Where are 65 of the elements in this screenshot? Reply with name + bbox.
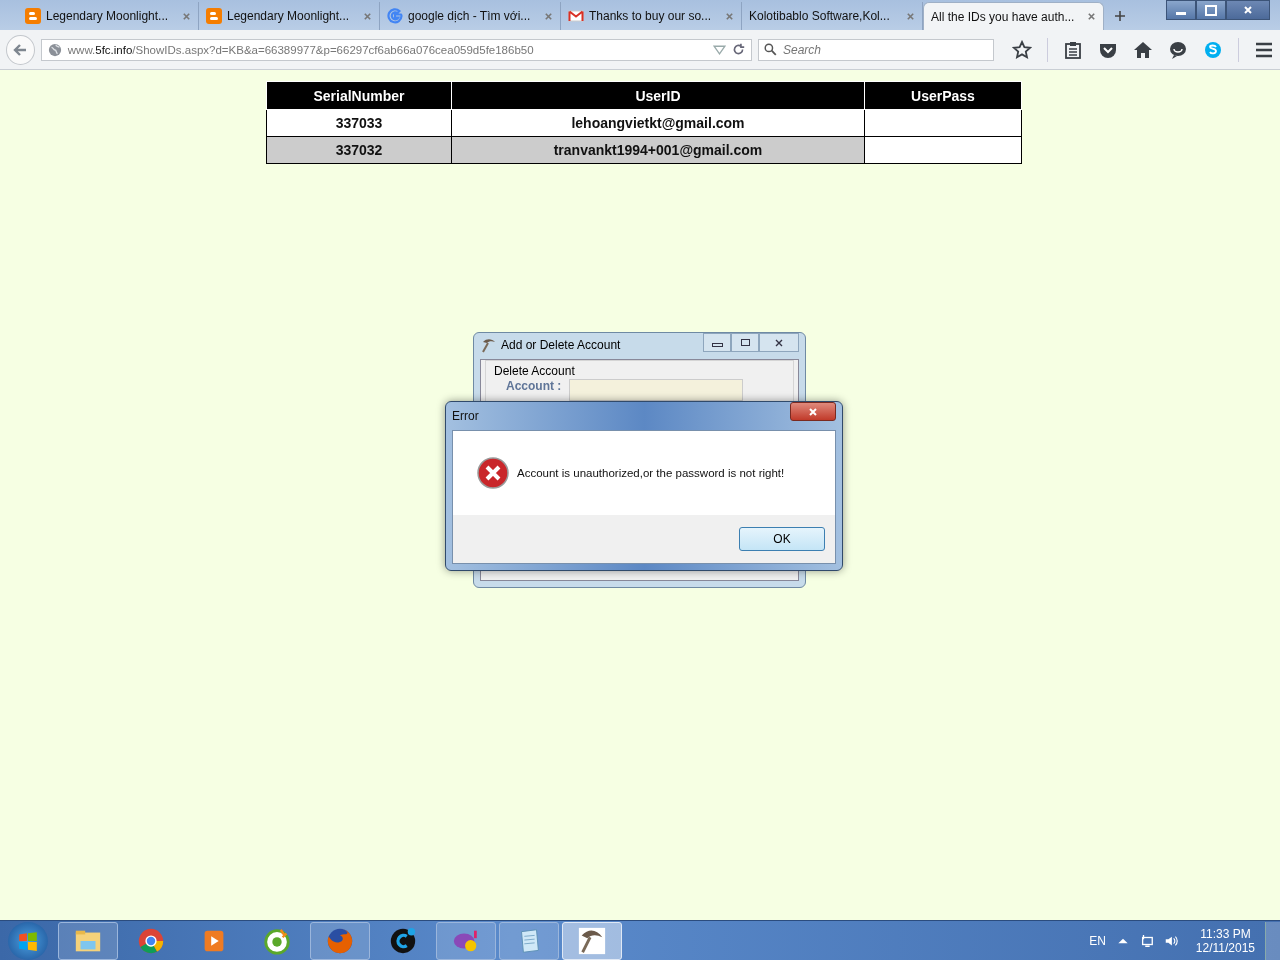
mail-icon — [568, 8, 584, 24]
clipboard-icon[interactable] — [1063, 39, 1083, 60]
taskbar-pickaxe-button[interactable] — [562, 921, 622, 960]
new-tab-icon[interactable] — [1114, 10, 1126, 22]
close-icon[interactable] — [544, 11, 553, 21]
error-message: Account is unauthorized,or the password is not right! — [517, 467, 785, 479]
column-header: SerialNumber — [266, 81, 452, 110]
taskbar-app-button[interactable] — [436, 921, 496, 960]
field-label: Account : — [506, 379, 562, 393]
close-icon[interactable] — [725, 11, 734, 21]
bookmark-star-icon[interactable] — [1012, 39, 1032, 60]
tab-title: Legendary Moonlight... — [46, 9, 170, 23]
tab-title: All the IDs you have auth... — [931, 9, 1076, 24]
language-indicator[interactable]: EN — [1089, 933, 1106, 948]
close-button[interactable] — [790, 402, 836, 421]
url-text: www.5fc.info/ShowIDs.aspx?d=KB&a=66389977&p=66297cf6ab66a076cea059d5fe186b50 — [67, 43, 535, 56]
window-title: Add or Delete Account — [501, 338, 621, 352]
reload-icon[interactable] — [732, 43, 745, 56]
close-icon[interactable] — [363, 11, 372, 21]
address-bar[interactable]: www.5fc.info/ShowIDs.aspx?d=KB&a=66389977&p=66297cf6ab66a076cea059d5fe186b50 — [40, 38, 752, 61]
close-icon — [774, 337, 784, 348]
restore-button[interactable] — [1196, 0, 1226, 20]
minimize-button[interactable] — [1166, 0, 1196, 20]
volume-icon[interactable] — [1163, 933, 1178, 948]
dialog-title: Error — [452, 409, 479, 423]
tab-title: Kolotibablo Software,Kol... — [749, 9, 891, 23]
network-icon[interactable] — [1139, 933, 1154, 948]
back-button[interactable] — [6, 34, 35, 65]
clock-time[interactable]: 11:33 PM — [1200, 926, 1251, 941]
column-header: UserID — [451, 81, 865, 110]
close-icon[interactable] — [182, 11, 191, 21]
table-cell: lehoangvietkt@gmail.com — [451, 109, 865, 137]
tab-title: Legendary Moonlight... — [227, 9, 351, 23]
maximize-button[interactable] — [731, 333, 759, 352]
taskbar-notepad-button[interactable] — [499, 921, 559, 960]
tab-title: google dịch - Tìm với... — [408, 9, 532, 23]
tab-title: Thanks to buy our so... — [589, 9, 713, 23]
close-button[interactable] — [1226, 0, 1270, 20]
back-arrow-icon — [12, 41, 29, 58]
dropdown-icon[interactable] — [713, 43, 726, 56]
minimize-button[interactable] — [703, 333, 731, 352]
taskbar-folder-button[interactable] — [58, 921, 118, 960]
home-icon[interactable] — [1133, 39, 1153, 60]
account-field[interactable] — [569, 379, 744, 401]
close-icon[interactable] — [906, 11, 915, 21]
table-cell: 337033 — [266, 109, 452, 137]
column-header: UserPass — [864, 81, 1022, 110]
windows-flag-icon — [17, 929, 39, 952]
close-icon[interactable] — [1087, 12, 1096, 21]
search-field[interactable]: Search — [758, 38, 994, 61]
pickaxe-icon — [481, 337, 497, 353]
pickaxe-icon — [577, 925, 607, 956]
close-icon — [1243, 5, 1253, 15]
browser-tab[interactable]: All the IDs you have auth... — [923, 2, 1104, 30]
ok-button[interactable]: OK — [739, 527, 825, 551]
clock-date[interactable]: 12/11/2015 — [1195, 940, 1255, 955]
table-cell: tranvankt1994+001@gmail.com — [451, 136, 865, 164]
table-cell: 337032 — [266, 136, 452, 164]
error-icon — [477, 457, 509, 489]
search-icon — [764, 42, 777, 56]
globe-icon — [47, 42, 62, 57]
start-button[interactable] — [8, 921, 48, 960]
close-icon — [808, 406, 818, 417]
group-label: Delete Account — [494, 364, 575, 378]
taskbar-app-button[interactable] — [310, 921, 370, 960]
